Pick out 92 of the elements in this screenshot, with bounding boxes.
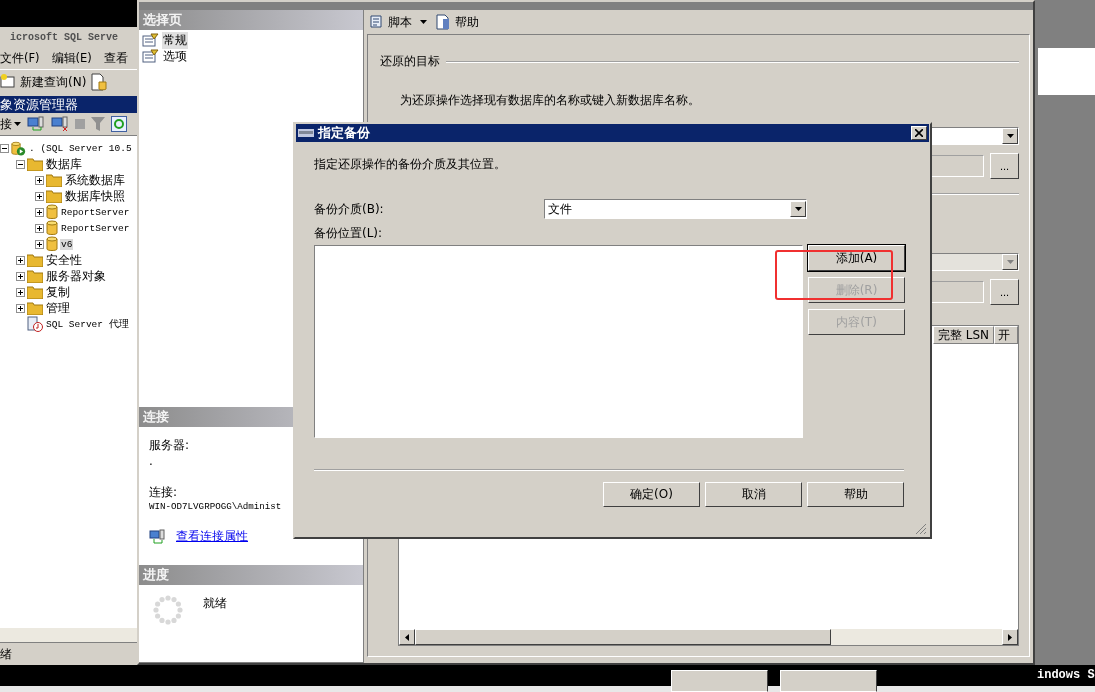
window-title: icrosoft SQL Serve	[9, 30, 120, 45]
dropdown[interactable]: 文件	[544, 199, 807, 219]
tree-item[interactable]: . (SQL Server 10.5	[28, 142, 133, 154]
page-icon	[142, 33, 160, 47]
expand-icon[interactable]	[35, 207, 44, 217]
toolbar-button[interactable]: 脚本	[388, 13, 412, 31]
dialog-button[interactable]: 确定(O)	[603, 482, 700, 507]
side-button[interactable]: 添加(A)	[808, 245, 905, 271]
hint-text: 为还原操作选择现有数据库的名称或键入新数据库名称。	[400, 92, 701, 109]
expand-icon[interactable]	[16, 287, 25, 297]
collapse-icon[interactable]	[16, 159, 25, 169]
connection-value: WIN-OD7LVGRPOGG\Administ	[149, 501, 283, 512]
section-header: 选择页	[139, 10, 363, 30]
page-item[interactable]: 选项	[162, 47, 188, 65]
collapse-icon[interactable]	[0, 143, 9, 153]
tree-item[interactable]: 系统数据库	[64, 171, 126, 189]
tree-item[interactable]: 安全性	[45, 251, 83, 269]
dialog-button[interactable]: 取消	[705, 482, 802, 507]
menu-item[interactable]: 编辑(E)	[51, 50, 92, 66]
tree-item[interactable]: 数据库快照	[64, 187, 126, 205]
expand-icon[interactable]	[16, 303, 25, 313]
page-icon	[142, 49, 160, 63]
expand-icon[interactable]	[35, 239, 44, 249]
progress-status: 就绪	[203, 595, 227, 612]
caret-icon[interactable]	[14, 122, 21, 126]
scrollbar[interactable]	[399, 629, 1018, 645]
folder-icon	[46, 173, 62, 187]
server-value: .	[149, 454, 154, 468]
scroll-left-icon[interactable]	[405, 633, 409, 641]
dropdown-arrow-icon[interactable]	[1006, 134, 1014, 138]
close-icon[interactable]	[915, 129, 923, 137]
script-icon[interactable]	[368, 14, 384, 30]
expand-icon[interactable]	[35, 191, 44, 201]
database-icon	[46, 204, 58, 220]
page-item[interactable]: 常规	[162, 31, 188, 49]
database-file-icon[interactable]	[90, 73, 109, 91]
folder-icon	[27, 253, 43, 267]
menu-item[interactable]: 查看	[103, 50, 128, 66]
tree-item[interactable]: 复制	[45, 283, 71, 301]
tree-item[interactable]: 服务器对象	[45, 267, 107, 285]
expand-icon[interactable]	[35, 175, 44, 185]
help-icon[interactable]	[435, 14, 451, 30]
taskbar-text: indows S	[1037, 668, 1095, 682]
database-icon	[46, 236, 58, 252]
close-button[interactable]	[911, 126, 927, 140]
dropdown-arrow-icon[interactable]	[794, 207, 802, 211]
agent-icon	[27, 316, 43, 332]
refresh-icon[interactable]	[111, 116, 127, 132]
panel-title: 象资源管理器	[0, 96, 137, 113]
expand-icon[interactable]	[16, 271, 25, 281]
group-title: 还原的目标	[380, 53, 440, 70]
disconnect-icon[interactable]	[51, 116, 69, 132]
scrollbar[interactable]	[0, 627, 137, 643]
scroll-right-icon[interactable]	[1008, 633, 1012, 641]
expand-icon[interactable]	[16, 255, 25, 265]
spinner-icon	[153, 595, 183, 625]
link[interactable]: 查看连接属性	[176, 528, 248, 545]
folder-icon	[27, 301, 43, 315]
server-label: 服务器:	[149, 437, 191, 454]
window-icon	[298, 129, 314, 137]
column-header[interactable]: 开	[994, 326, 1018, 344]
section-header: 进度	[139, 565, 363, 585]
dialog-button[interactable]: 帮助	[807, 482, 904, 507]
tree-item[interactable]: v6	[60, 238, 74, 250]
dialog-title: 指定备份	[318, 124, 370, 142]
toolbar-button[interactable]: 帮助	[455, 13, 479, 31]
tree-item[interactable]: 管理	[45, 299, 71, 317]
connect-button[interactable]: 接	[0, 115, 12, 133]
tree-item[interactable]: ReportServer	[60, 206, 131, 218]
folder-icon	[46, 189, 62, 203]
media-label: 备份介质(B):	[314, 200, 385, 218]
connection-properties-icon	[149, 528, 166, 545]
folder-icon	[27, 285, 43, 299]
connect-icon[interactable]	[27, 116, 45, 132]
expand-icon[interactable]	[35, 223, 44, 233]
database-icon	[11, 140, 26, 156]
new-query-icon[interactable]	[0, 74, 16, 90]
menu-item[interactable]: 文件(F)	[0, 50, 40, 66]
status-text: 绪	[0, 645, 13, 663]
tree-item[interactable]: 数据库	[45, 155, 83, 173]
caret-icon[interactable]	[420, 20, 427, 24]
location-label: 备份位置(L):	[314, 225, 384, 242]
folder-icon	[27, 269, 43, 283]
folder-icon	[27, 157, 43, 171]
new-query-button[interactable]: 新建查询(N)	[20, 73, 87, 91]
resize-grip-icon[interactable]	[915, 523, 927, 535]
connection-label: 连接:	[149, 484, 179, 501]
tree-item[interactable]: ReportServer	[60, 222, 131, 234]
tree-item[interactable]: SQL Server 代理	[45, 317, 130, 331]
description-text: 指定还原操作的备份介质及其位置。	[314, 156, 506, 173]
database-icon	[46, 220, 58, 236]
column-header[interactable]: 完整 LSN	[932, 326, 994, 344]
